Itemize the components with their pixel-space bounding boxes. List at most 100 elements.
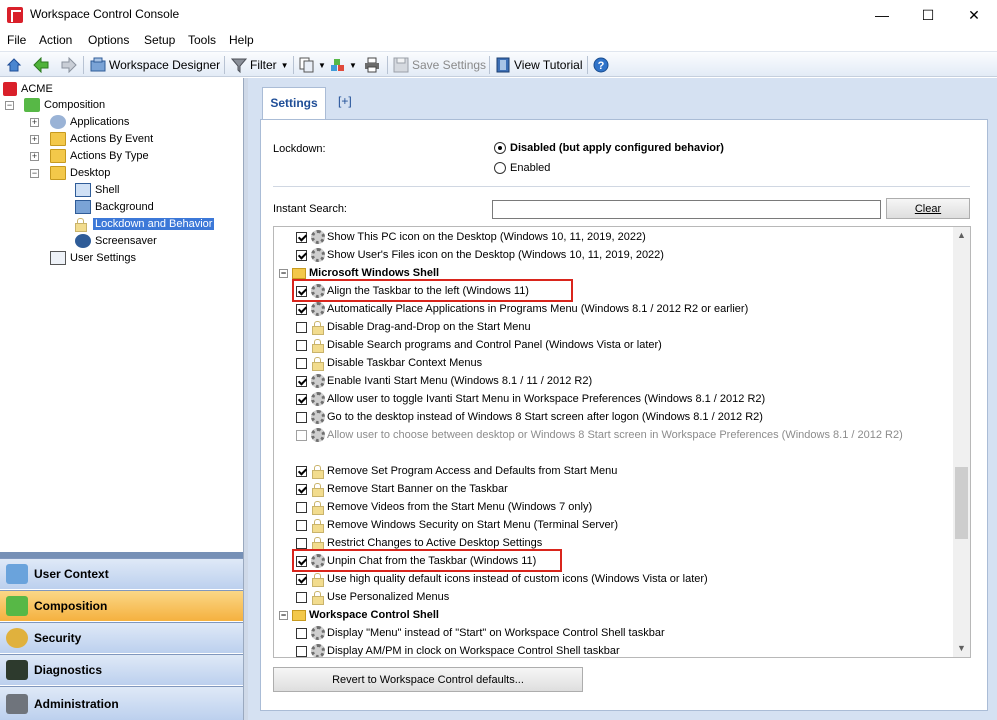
tree-node-actions-by-type[interactable]: Actions By Type [50,148,149,164]
settings-item-row[interactable]: Unpin Chat from the Taskbar (Windows 11) [296,552,970,570]
settings-item-row[interactable]: Remove Set Program Access and Defaults f… [296,462,970,480]
setting-checkbox[interactable] [296,303,307,315]
collapse-toggle[interactable]: − [279,268,288,278]
print-button[interactable] [364,55,383,75]
setting-label: Display AM/PM in clock on Workspace Cont… [327,645,620,657]
menu-file[interactable]: File [7,33,26,47]
lockdown-enabled-radio[interactable] [494,162,506,174]
tab-add[interactable]: [+] [338,94,352,108]
collapse-toggle[interactable]: − [279,610,288,620]
back-button[interactable] [33,55,52,75]
view-tutorial-button[interactable]: View Tutorial [495,55,582,75]
tree-node-composition[interactable]: Composition [24,97,105,113]
settings-item-row[interactable]: Automatically Place Applications in Prog… [296,300,970,318]
settings-item-row[interactable]: Remove Start Banner on the Taskbar [296,480,970,498]
nav-administration[interactable]: Administration [0,686,243,720]
setting-checkbox[interactable] [296,519,307,531]
lockdown-disabled-label[interactable]: Disabled (but apply configured behavior) [510,142,724,154]
settings-item-row[interactable]: Remove Windows Security on Start Menu (T… [296,516,970,534]
setting-checkbox[interactable] [296,231,307,243]
settings-item-row[interactable]: Show This PC icon on the Desktop (Window… [296,228,970,246]
collapse-toggle[interactable]: − [30,169,39,178]
tree-node-actions-by-event[interactable]: Actions By Event [50,131,153,147]
settings-item-row[interactable]: Display AM/PM in clock on Workspace Cont… [296,642,970,657]
expand-toggle[interactable]: + [30,118,39,127]
tab-settings[interactable]: Settings [262,87,326,120]
setting-checkbox[interactable] [296,573,307,585]
workspace-designer-button[interactable]: Workspace Designer [90,55,220,75]
maximize-button[interactable]: ☐ [905,0,951,30]
setting-checkbox[interactable] [296,357,307,369]
setting-checkbox[interactable] [296,645,307,657]
menu-tools[interactable]: Tools [188,33,216,47]
menu-action[interactable]: Action [39,33,72,47]
nav-diagnostics[interactable]: Diagnostics [0,654,243,685]
menu-help[interactable]: Help [229,33,254,47]
setting-checkbox[interactable] [296,321,307,333]
settings-item-row[interactable]: Use Personalized Menus [296,588,970,606]
setting-checkbox[interactable] [296,429,307,441]
menu-setup[interactable]: Setup [144,33,175,47]
settings-item-row[interactable]: Disable Drag-and-Drop on the Start Menu [296,318,970,336]
setting-checkbox[interactable] [296,501,307,513]
instant-search-input[interactable] [492,200,881,219]
setting-checkbox[interactable] [296,483,307,495]
tree-node-shell[interactable]: Shell [75,182,119,198]
nav-composition[interactable]: Composition [0,590,243,621]
nav-user-context[interactable]: User Context [0,558,243,589]
collapse-toggle[interactable]: − [5,101,14,110]
setting-checkbox[interactable] [296,411,307,423]
settings-item-row[interactable]: Disable Taskbar Context Menus [296,354,970,372]
lockdown-enabled-label[interactable]: Enabled [510,162,550,174]
setting-checkbox[interactable] [296,591,307,603]
tree-node-desktop[interactable]: Desktop [50,165,110,181]
setting-checkbox[interactable] [296,465,307,477]
settings-item-row[interactable]: Align the Taskbar to the left (Windows 1… [296,282,970,300]
toolbar-separator [587,56,588,74]
svg-text:?: ? [598,60,605,72]
setting-checkbox[interactable] [296,627,307,639]
menu-options[interactable]: Options [88,33,129,47]
toolbar-separator [387,56,388,74]
tree-node-applications[interactable]: Applications [50,114,129,130]
tools-button[interactable]: ▼ [330,55,357,75]
setting-checkbox[interactable] [296,537,307,549]
designer-icon [90,57,106,72]
setting-checkbox[interactable] [296,375,307,387]
expand-toggle[interactable]: + [30,152,39,161]
settings-item-row[interactable]: Enable Ivanti Start Menu (Windows 8.1 / … [296,372,970,390]
setting-checkbox[interactable] [296,393,307,405]
settings-item-row[interactable]: Allow user to choose between desktop or … [296,426,970,444]
settings-item-row[interactable]: Show User's Files icon on the Desktop (W… [296,246,970,264]
settings-item-row[interactable]: Go to the desktop instead of Windows 8 S… [296,408,970,426]
tree-node-screensaver[interactable]: Screensaver [75,233,157,249]
settings-group-row[interactable]: − Workspace Control Shell [279,606,959,624]
setting-checkbox[interactable] [296,339,307,351]
help-button[interactable]: ? [593,55,612,75]
setting-checkbox[interactable] [296,555,307,567]
close-button[interactable]: ✕ [951,0,997,30]
settings-item-row[interactable]: Remove Videos from the Start Menu (Windo… [296,498,970,516]
nav-security[interactable]: Security [0,622,243,653]
filter-button[interactable]: Filter ▼ [231,55,289,75]
setting-checkbox[interactable] [296,249,307,261]
settings-item-row[interactable]: Disable Search programs and Control Pane… [296,336,970,354]
copy-button[interactable]: ▼ [299,55,326,75]
revert-defaults-button[interactable]: Revert to Workspace Control defaults... [273,667,583,692]
tree-node-lockdown[interactable]: Lockdown and Behavior [75,216,215,232]
home-button[interactable] [6,55,25,75]
app-logo-icon [3,82,17,96]
settings-item-row[interactable]: Use high quality default icons instead o… [296,570,970,588]
tree-node-user-settings[interactable]: User Settings [50,250,136,266]
tree-node-background[interactable]: Background [75,199,154,215]
clear-button[interactable]: Clear [886,198,970,219]
setting-checkbox[interactable] [296,285,307,297]
minimize-button[interactable]: — [859,0,905,30]
settings-item-row[interactable]: Allow user to toggle Ivanti Start Menu i… [296,390,970,408]
expand-toggle[interactable]: + [30,135,39,144]
forward-button[interactable] [61,55,80,75]
lockdown-disabled-radio[interactable] [494,142,506,154]
settings-item-row[interactable]: Display "Menu" instead of "Start" on Wor… [296,624,970,642]
tree-node-acme[interactable]: ACME [3,81,53,97]
save-settings-button[interactable]: Save Settings [393,55,486,75]
